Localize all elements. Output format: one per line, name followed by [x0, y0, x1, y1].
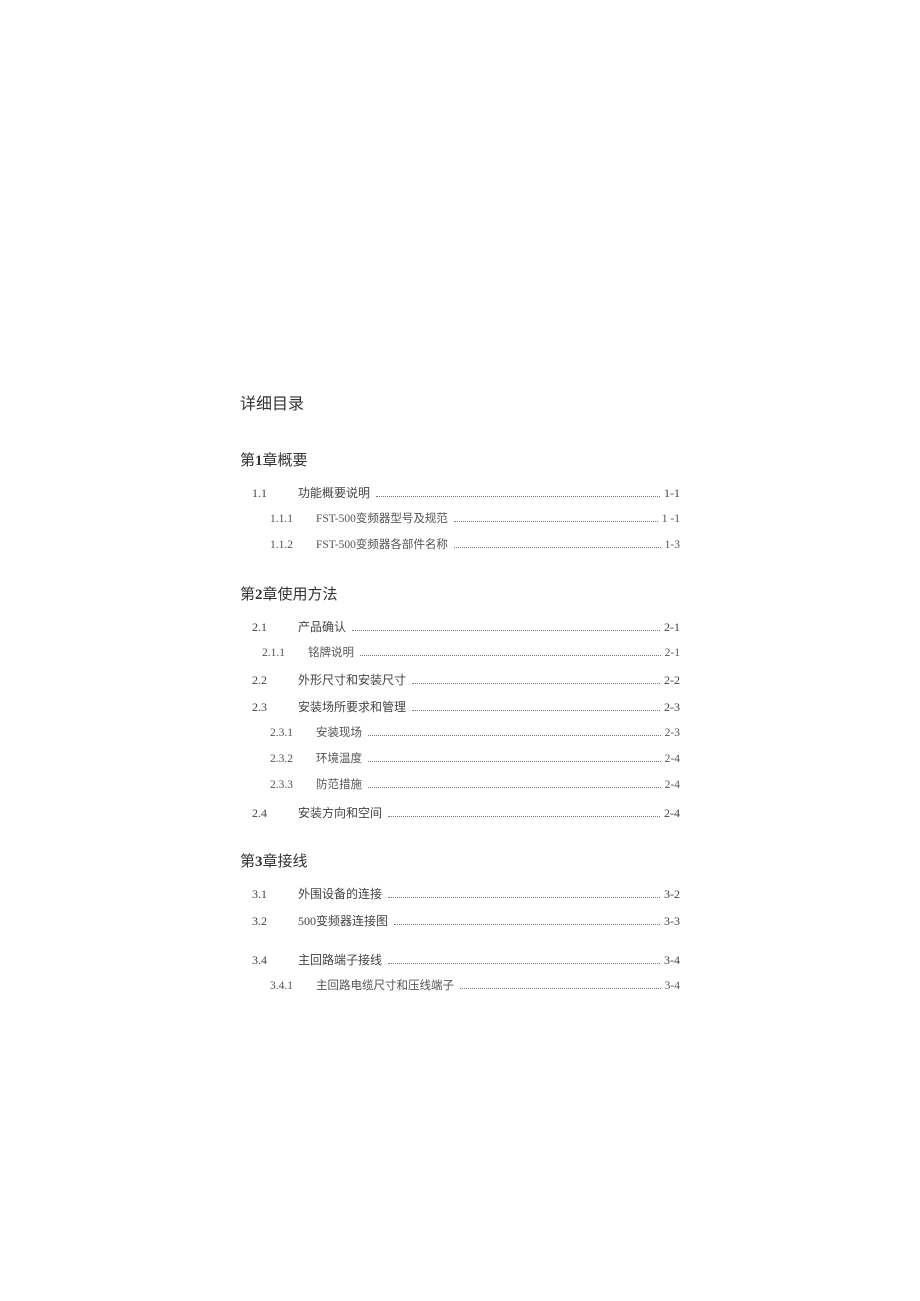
toc-leader-dots: [454, 547, 661, 548]
toc-item: 2.3 安装场所要求和管理 2-3: [240, 698, 680, 716]
chapter-number: 3: [255, 854, 263, 870]
toc-item-page: 1-1: [664, 484, 680, 502]
toc-leader-dots: [388, 963, 660, 964]
toc-leader-dots: [388, 897, 660, 898]
toc-list: 3.1 外围设备的连接 3-2 3.2 500变频器连接图 3-3 3.4 主回路端子接线 3-…: [240, 885, 680, 995]
toc-item-page: 2-1: [665, 645, 680, 662]
toc-item-label: FST-500变频器各部件名称: [316, 537, 448, 554]
toc-item-number: 2.2: [252, 671, 280, 689]
toc-item-number: 3.1: [252, 885, 280, 903]
toc-list: 2.1 产品确认 2-1 2.1.1 铭牌说明 2-1 2.2 外形尺寸和安装尺寸 2-2 2.3…: [240, 618, 680, 822]
toc-item-label: 500变频器连接图: [298, 912, 388, 930]
toc-item-page: 2-4: [664, 804, 680, 822]
toc-leader-dots: [460, 988, 661, 989]
toc-item: 3.4 主回路端子接线 3-4: [240, 951, 680, 969]
toc-list: 1.1功能概要说明1-11.1.1FST-500变频器型号及规范1 -11.1.…: [240, 484, 680, 555]
toc-item-number: 2.3.1: [270, 725, 304, 742]
toc-item-page: 3-2: [664, 885, 680, 903]
toc-item-label: 功能概要说明: [298, 484, 370, 502]
toc-item-number: 2.3.2: [270, 751, 304, 768]
chapter-title: 第1章概要: [240, 449, 680, 470]
chapter-suffix: 章接线: [263, 854, 308, 870]
toc-item-number: 3.4: [252, 951, 280, 969]
toc-leader-dots: [360, 655, 661, 656]
toc-leader-dots: [368, 761, 661, 762]
toc-item: 3.1 外围设备的连接 3-2: [240, 885, 680, 903]
toc-item: 2.3.1 安装现场 2-3: [240, 725, 680, 742]
chapter-suffix: 章使用方法: [263, 587, 338, 603]
toc-item: 1.1.2 FST-500变频器各部件名称 1-3: [240, 537, 680, 554]
toc-item-label: 外形尺寸和安装尺寸: [298, 671, 406, 689]
toc-item: 2.1.1 铭牌说明 2-1: [240, 645, 680, 662]
toc-item-label: 安装方向和空间: [298, 804, 382, 822]
chapter-number: 2: [255, 587, 263, 603]
chapter-prefix: 第: [240, 854, 255, 870]
chapter-title: 第2章使用方法: [240, 583, 680, 604]
chapter-prefix: 第: [240, 453, 255, 469]
toc-item: 2.2 外形尺寸和安装尺寸 2-2: [240, 671, 680, 689]
toc-item: 3.4.1 主回路电缆尺寸和压线端子 3-4: [240, 978, 680, 995]
toc-item-number: 1.1.2: [270, 537, 304, 554]
toc-item: 1.1 功能概要说明 1-1: [240, 484, 680, 502]
toc-title: 详细目录: [240, 390, 680, 414]
toc-item-page: 3-3: [664, 912, 680, 930]
toc-item: 1.1.1 FST-500变频器型号及规范 1 -1: [240, 511, 680, 528]
toc-leader-dots: [394, 924, 660, 925]
toc-leader-dots: [352, 630, 660, 631]
toc-leader-dots: [368, 735, 661, 736]
toc-leader-dots: [412, 710, 660, 711]
toc-leader-dots: [376, 496, 660, 497]
toc-item: 2.3.2 环境温度 2-4: [240, 751, 680, 768]
toc-item-label: 安装场所要求和管理: [298, 698, 406, 716]
toc-item-label: 防范措施: [316, 777, 362, 794]
toc-gap: [240, 939, 680, 951]
toc-item-label: FST-500变频器型号及规范: [316, 511, 448, 528]
toc-item-number: 3.2: [252, 912, 280, 930]
toc-item-number: 1.1.1: [270, 511, 304, 528]
toc-leader-dots: [412, 683, 660, 684]
toc-item-page: 2-3: [665, 725, 680, 742]
toc-item-page: 3-4: [664, 951, 680, 969]
toc-item-page: 1 -1: [662, 511, 680, 528]
toc-item: 2.1 产品确认 2-1: [240, 618, 680, 636]
toc-leader-dots: [368, 787, 661, 788]
toc-item: 2.3.3 防范措施 2-4: [240, 777, 680, 794]
toc-item-number: 1.1: [252, 484, 280, 502]
toc-item-page: 3-4: [665, 978, 680, 995]
toc-item-page: 2-3: [664, 698, 680, 716]
toc-item-label: 主回路电缆尺寸和压线端子: [316, 978, 454, 995]
chapter-number: 1: [255, 453, 263, 469]
toc-item-label: 铭牌说明: [308, 645, 354, 662]
toc-item-page: 2-4: [665, 777, 680, 794]
toc-item-page: 1-3: [665, 537, 680, 554]
chapter-title: 第3章接线: [240, 850, 680, 871]
toc-item-page: 2-2: [664, 671, 680, 689]
toc-item: 3.2 500变频器连接图 3-3: [240, 912, 680, 930]
toc-item-number: 2.3.3: [270, 777, 304, 794]
toc-item-page: 2-4: [665, 751, 680, 768]
toc-item-label: 环境温度: [316, 751, 362, 768]
toc-item-label: 产品确认: [298, 618, 346, 636]
toc-item-label: 主回路端子接线: [298, 951, 382, 969]
toc-item-number: 3.4.1: [270, 978, 304, 995]
toc-item-number: 2.4: [252, 804, 280, 822]
toc-item-number: 2.1.1: [262, 645, 296, 662]
toc-leader-dots: [454, 521, 658, 522]
chapter-prefix: 第: [240, 587, 255, 603]
toc-item-page: 2-1: [664, 618, 680, 636]
chapters-container: 第1章概要1.1功能概要说明1-11.1.1FST-500变频器型号及规范1 -…: [240, 449, 680, 995]
chapter-suffix: 章概要: [263, 453, 308, 469]
toc-item-number: 2.1: [252, 618, 280, 636]
toc-item-label: 安装现场: [316, 725, 362, 742]
toc-item-number: 2.3: [252, 698, 280, 716]
toc-item-label: 外围设备的连接: [298, 885, 382, 903]
toc-leader-dots: [388, 816, 660, 817]
toc-item: 2.4 安装方向和空间 2-4: [240, 804, 680, 822]
